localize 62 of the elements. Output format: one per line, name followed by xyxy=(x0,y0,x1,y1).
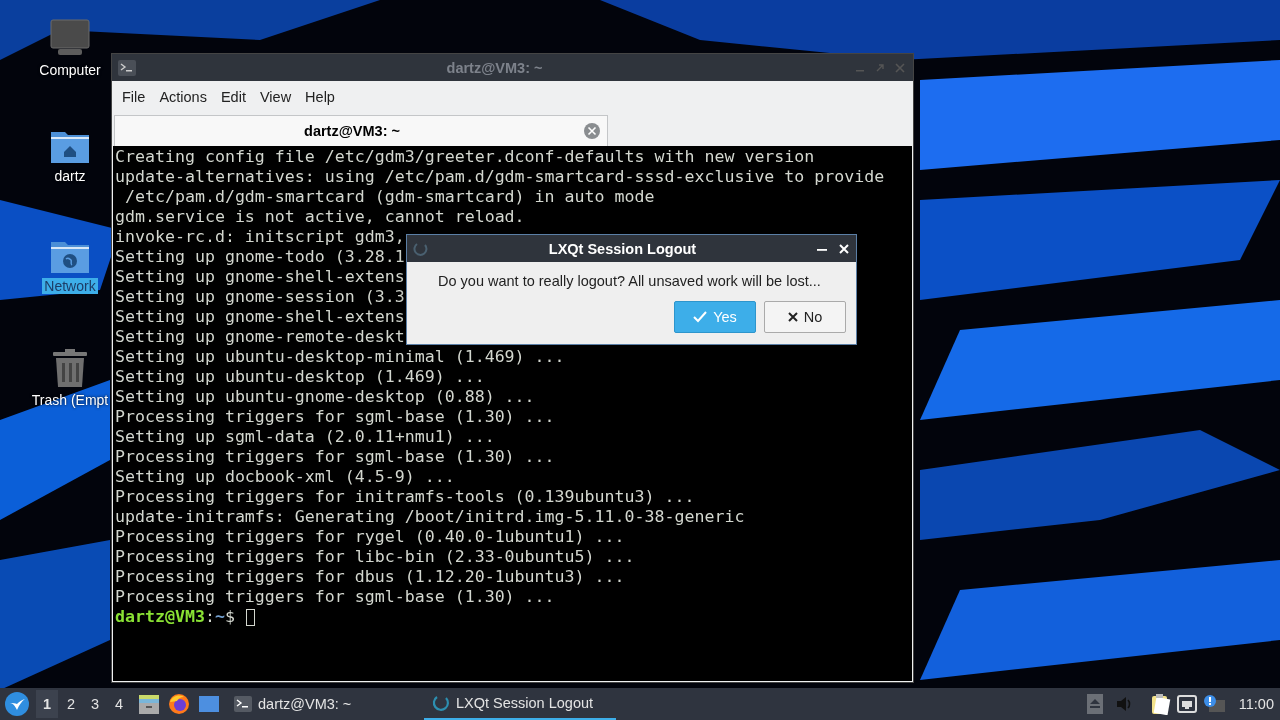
icon-label[interactable]: dartz xyxy=(52,168,88,184)
dialog-button[interactable]: No xyxy=(764,301,846,333)
shell-prompt: dartz@VM3:~$ xyxy=(115,607,236,627)
menu-item[interactable]: File xyxy=(116,84,152,109)
terminal-line: Setting up gnome-session (3.3 xyxy=(115,287,405,307)
show-desktop-icon[interactable] xyxy=(198,693,220,715)
terminal-line: /etc/pam.d/gdm-smartcard (gdm-smartcard) in auto mode xyxy=(124,187,655,207)
terminal-line: Processing triggers for dbus (1.12.20-1ubuntu3) ... xyxy=(115,567,625,587)
terminal-line: Processing triggers for sgml-base (1.30) ... xyxy=(115,587,555,607)
terminal-line: Setting up ubuntu-desktop (1.469) ... xyxy=(115,367,485,387)
terminal-line: Setting up ubuntu-desktop-minimal (1.469) ... xyxy=(115,347,565,367)
terminal-line: Processing triggers for rygel (0.40.0-1ubuntu1) ... xyxy=(115,527,625,547)
terminal-line: Processing triggers for initramfs-tools (0.139ubuntu3) ... xyxy=(115,487,695,507)
icon-label[interactable]: Computer xyxy=(37,62,103,78)
terminal-line: Setting up gnome-shell-extens xyxy=(115,267,405,287)
desktop-switch[interactable]: 2 xyxy=(60,690,82,718)
icon-label[interactable]: Network xyxy=(42,278,98,294)
terminal-line: Processing triggers for libc-bin (2.33-0ubuntu5) ... xyxy=(115,547,635,567)
monitor-icon xyxy=(50,18,90,58)
cross-icon xyxy=(787,312,798,322)
close-icon[interactable] xyxy=(838,241,850,256)
check-icon xyxy=(693,311,708,323)
dialog-title: LXQt Session Logout xyxy=(547,240,698,257)
desktop-switch[interactable]: 3 xyxy=(84,690,106,718)
menu-item[interactable]: Actions xyxy=(153,84,213,109)
clipboard-icon[interactable] xyxy=(1150,693,1171,715)
terminal-line: Setting up gnome-remote-deskt xyxy=(115,327,405,347)
desktop-switch[interactable]: 1 xyxy=(36,690,58,718)
task-button[interactable]: LXQt Session Logout xyxy=(424,688,616,720)
menu-item[interactable]: View xyxy=(253,84,298,109)
terminal-line: Processing triggers for sgml-base (1.30) ... xyxy=(115,407,555,427)
trash-icon xyxy=(52,348,88,388)
file-cabinet-icon[interactable] xyxy=(138,693,160,715)
terminal-line: update-alternatives: using /etc/pam.d/gdm-smartcard-sssd-exclusive to provide xyxy=(115,167,885,187)
network-port-icon[interactable] xyxy=(1176,695,1197,713)
swirl-icon xyxy=(413,240,429,257)
terminal-line: update-initramfs: Generating /boot/initrd.img-5.11.0-38-generic xyxy=(115,507,745,527)
terminal-icon xyxy=(118,59,136,76)
menu-item[interactable]: Help xyxy=(299,84,341,109)
swirl-icon xyxy=(432,694,450,712)
text-cursor xyxy=(245,608,255,626)
terminal-line: gdm.service is not active, cannot reload. xyxy=(115,207,525,227)
terminal-line: Setting up ubuntu-gnome-desktop (0.88) ... xyxy=(115,387,535,407)
notification-icon[interactable] xyxy=(1202,694,1225,714)
terminal-line: Creating config file /etc/gdm3/greeter.dconf-defaults with new version xyxy=(115,147,815,167)
eject-icon[interactable] xyxy=(1086,694,1103,714)
clock[interactable]: 11:00 xyxy=(1238,696,1274,712)
fox-browser-icon[interactable] xyxy=(168,693,190,715)
terminal-line: Setting up gnome-todo (3.28.1 xyxy=(115,247,405,267)
window-title: dartz@VM3: ~ xyxy=(445,59,544,76)
start-menu-icon[interactable] xyxy=(4,691,30,717)
terminal-line: Setting up gnome-shell-extens xyxy=(115,307,405,327)
terminal-line: Setting up sgml-data (2.0.11+nmu1) ... xyxy=(115,427,495,447)
terminal-line: Setting up docbook-xml (4.5-9) ... xyxy=(115,467,455,487)
desktop-switch[interactable]: 4 xyxy=(108,690,130,718)
terminal-line: invoke-rc.d: initscript gdm3, xyxy=(115,227,405,247)
task-button[interactable]: dartz@VM3: ~ xyxy=(226,688,424,720)
terminal-icon xyxy=(234,696,252,712)
dialog-message: Do you want to really logout? All unsaved work will be lost... xyxy=(437,272,822,289)
menu-item[interactable]: Edit xyxy=(214,84,252,109)
terminal-line: Processing triggers for sgml-base (1.30) ... xyxy=(115,447,555,467)
terminal-tab[interactable]: dartz@VM3: ~ xyxy=(114,115,608,146)
